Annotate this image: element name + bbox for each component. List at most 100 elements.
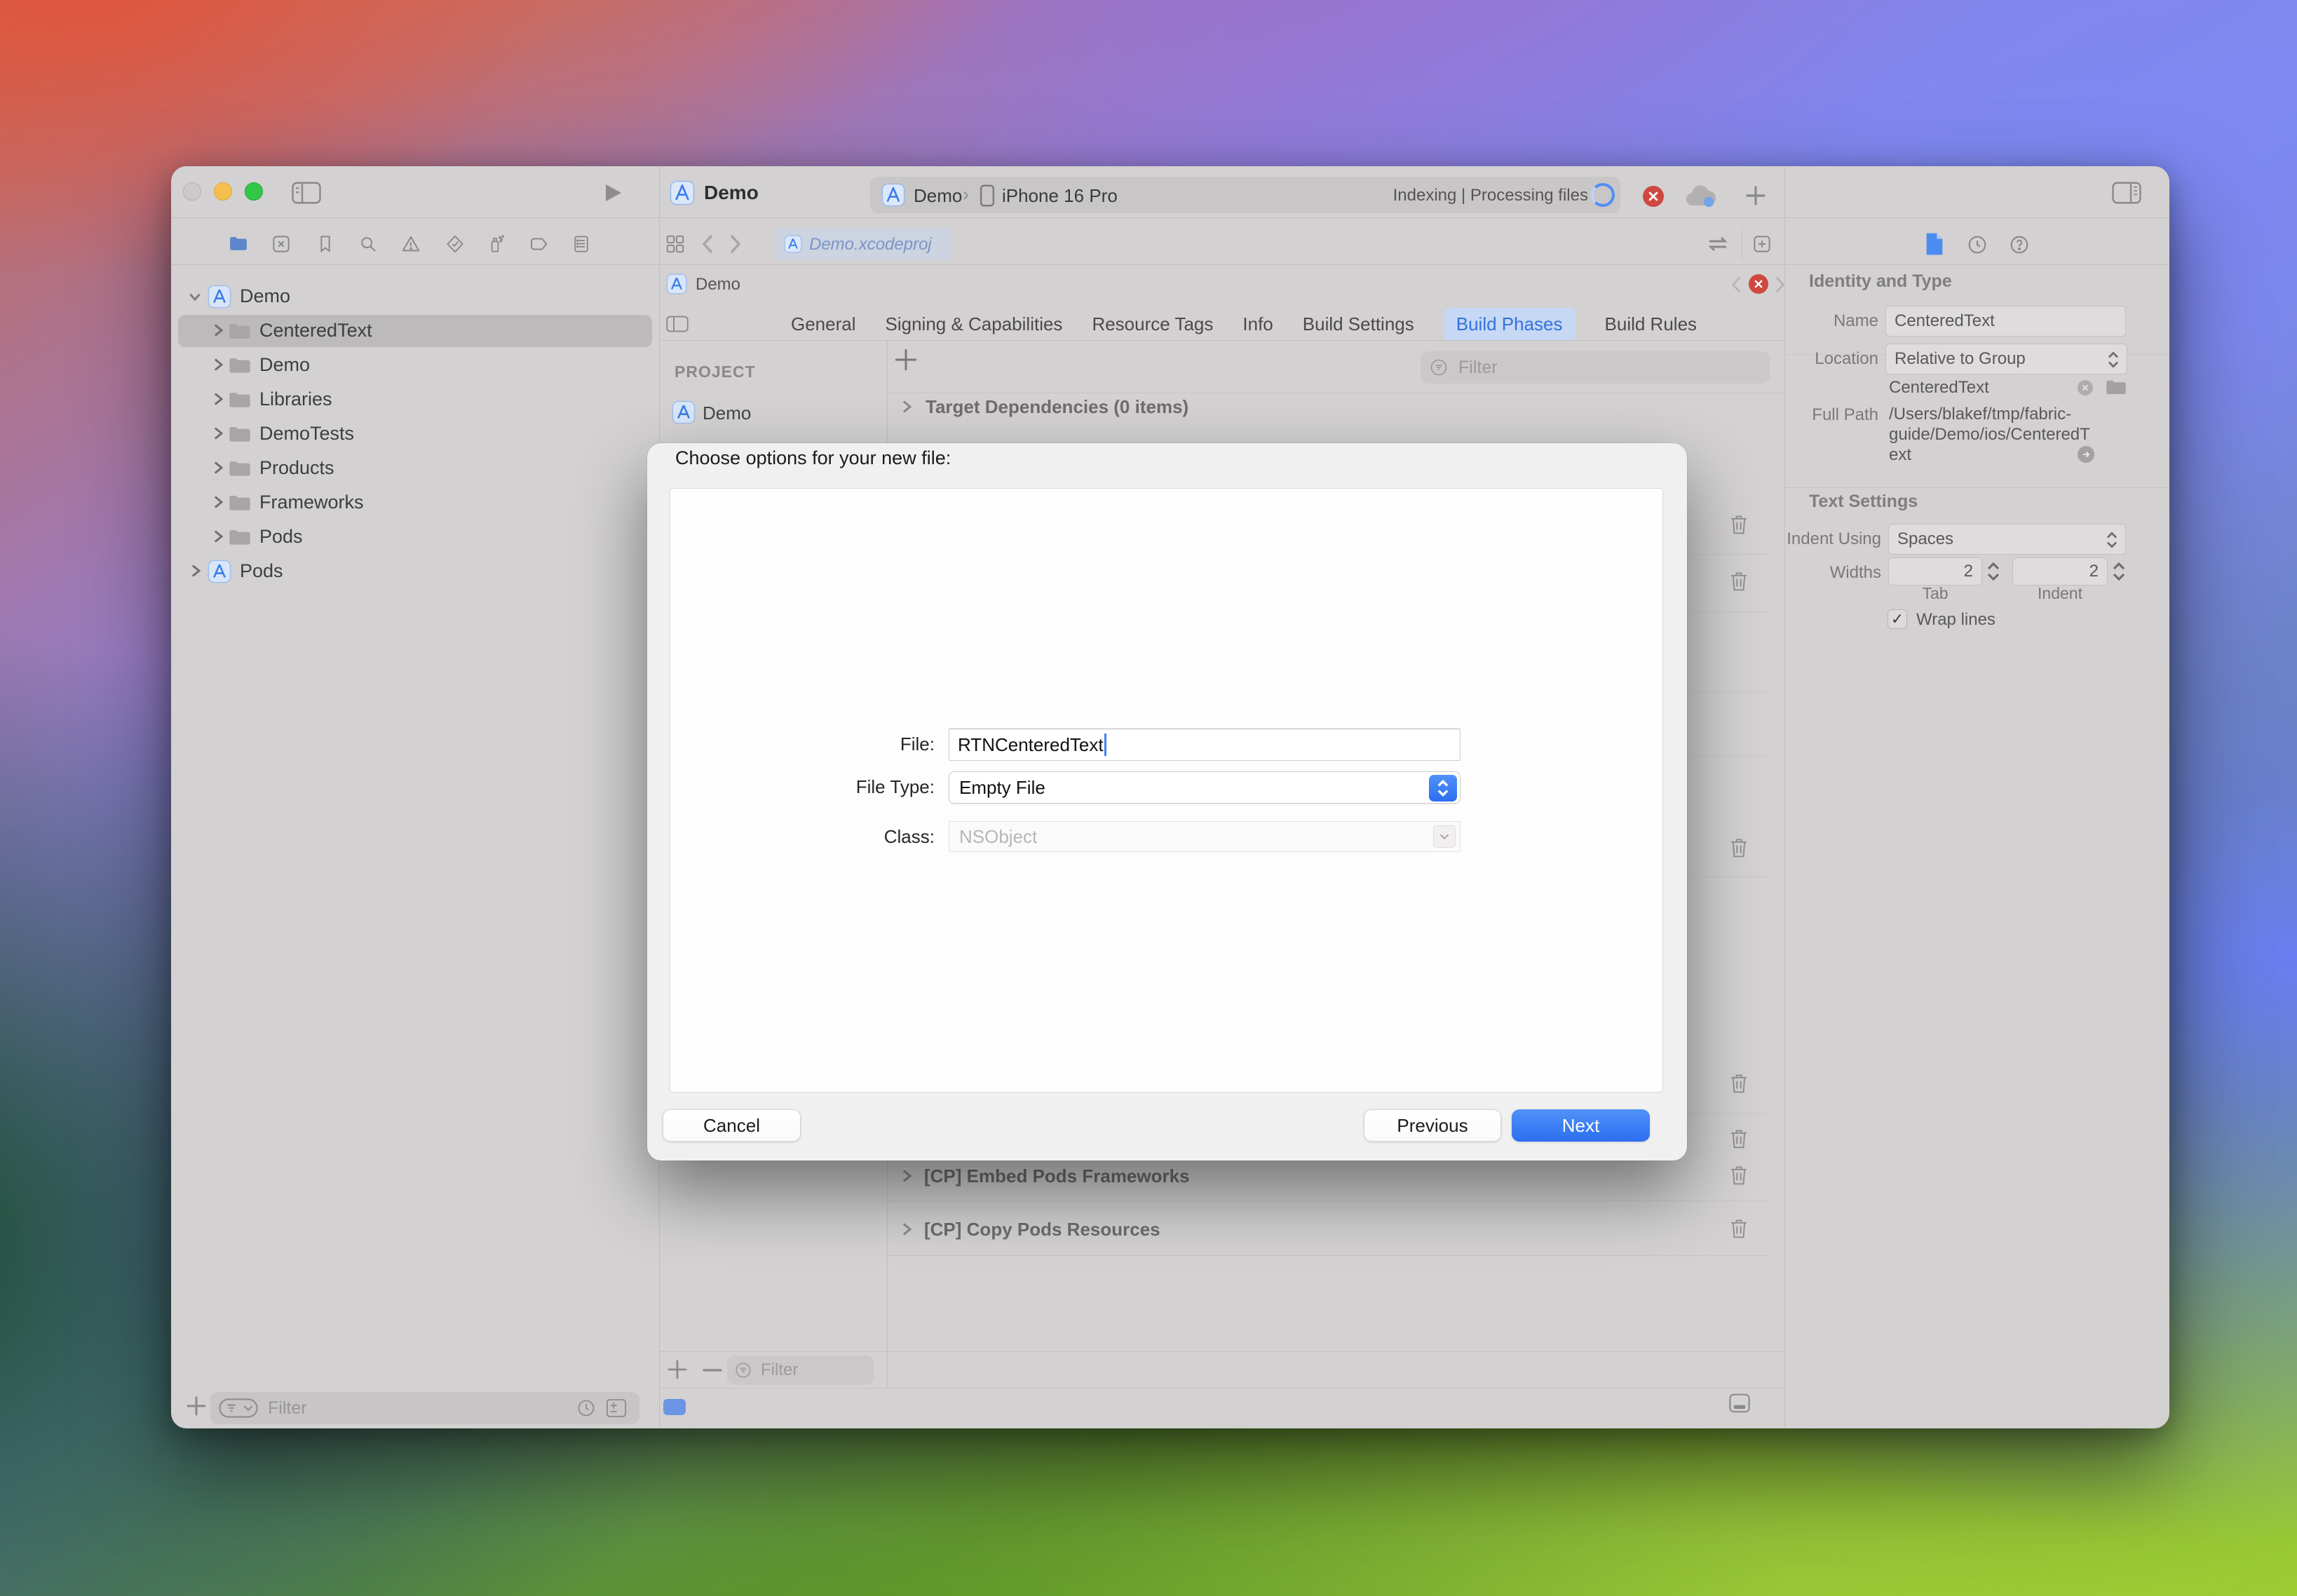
disclosure-right-icon[interactable] (212, 495, 224, 509)
modified-filter-icon[interactable] (606, 1398, 627, 1418)
disclosure-right-icon[interactable] (900, 1169, 913, 1183)
add-phase-button[interactable] (895, 349, 917, 371)
editor-grid-button[interactable] (665, 234, 686, 255)
navigator-tab-find-icon[interactable] (358, 234, 379, 255)
run-button[interactable] (604, 183, 623, 203)
location-select[interactable]: Relative to Group (1885, 344, 2127, 374)
disclosure-right-icon[interactable] (212, 323, 224, 337)
jumpbar-error-badge[interactable] (1749, 274, 1768, 294)
disclosure-right-icon[interactable] (212, 392, 224, 406)
disclosure-right-icon[interactable] (900, 400, 913, 414)
issue-next-button[interactable] (1775, 276, 1785, 293)
phase-row-target-dependencies[interactable]: Target Dependencies (0 items) (900, 391, 1188, 423)
error-badge[interactable] (1643, 186, 1664, 207)
tab-build-settings[interactable]: Build Settings (1303, 313, 1414, 335)
sidebar-item-pods-project[interactable]: Pods (171, 555, 659, 588)
targets-filter-input[interactable]: Filter (727, 1355, 874, 1385)
delete-phase-button[interactable] (1729, 1073, 1749, 1094)
tab-resource-tags[interactable]: Resource Tags (1092, 313, 1213, 335)
delete-phase-button[interactable] (1729, 1128, 1749, 1149)
tab-build-phases[interactable]: Build Phases (1444, 308, 1576, 341)
reveal-arrow-icon[interactable] (2078, 446, 2094, 463)
disclosure-right-icon[interactable] (212, 529, 224, 543)
disclosure-right-icon[interactable] (212, 461, 224, 475)
wrap-lines-checkbox[interactable]: ✓ (1888, 609, 1907, 629)
sidebar-add-button[interactable] (187, 1396, 206, 1416)
editor-bottombar-toggle[interactable] (1729, 1393, 1750, 1413)
phase-row-copy-pods[interactable]: [CP] Copy Pods Resources (900, 1213, 1160, 1245)
choose-folder-icon[interactable] (2106, 379, 2127, 395)
forward-button[interactable] (730, 234, 741, 254)
indent-width-field[interactable]: 2 (2012, 557, 2108, 586)
indent-width-stepper[interactable] (2112, 559, 2126, 584)
related-items-icon[interactable] (1707, 235, 1729, 253)
delete-phase-button[interactable] (1729, 571, 1749, 592)
previous-button[interactable]: Previous (1364, 1109, 1501, 1142)
navigator-tab-bookmarks-icon[interactable] (315, 234, 336, 255)
file-type-select[interactable]: Empty File (949, 771, 1461, 804)
add-target-button[interactable] (668, 1360, 687, 1379)
add-editor-button[interactable] (1751, 234, 1773, 255)
navigator-tab-issues-icon[interactable] (400, 234, 421, 255)
close-button[interactable] (183, 182, 201, 201)
destination-name[interactable]: iPhone 16 Pro (1002, 185, 1118, 207)
name-field[interactable]: CenteredText (1885, 306, 2126, 337)
cancel-button[interactable]: Cancel (663, 1109, 801, 1142)
disclosure-right-icon[interactable] (212, 358, 224, 372)
recents-filter-icon[interactable] (576, 1398, 596, 1418)
sidebar-item-pods-folder[interactable]: Pods (171, 520, 659, 554)
help-inspector-tab-icon[interactable] (2008, 234, 2031, 256)
tab-general[interactable]: General (791, 313, 856, 335)
minimize-button[interactable] (214, 182, 232, 201)
sidebar-item-demo-project[interactable]: Demo (171, 280, 659, 313)
sidebar-item-frameworks[interactable]: Frameworks (171, 486, 659, 520)
toolbar-add-button[interactable] (1746, 186, 1766, 205)
disclosure-right-icon[interactable] (900, 1222, 913, 1236)
phase-row-embed-pods[interactable]: [CP] Embed Pods Frameworks (900, 1160, 1190, 1192)
sidebar-item-demotests[interactable]: DemoTests (171, 417, 659, 451)
scheme-selector[interactable]: Demo › iPhone 16 Pro Indexing | Processi… (870, 177, 1620, 213)
disclosure-right-icon[interactable] (212, 426, 224, 440)
navigator-toggle-button[interactable] (292, 182, 321, 204)
sidebar-item-demo-folder[interactable]: Demo (171, 349, 659, 382)
history-inspector-tab-icon[interactable] (1966, 234, 1988, 256)
delete-phase-button[interactable] (1729, 1218, 1749, 1239)
inspector-toggle-button[interactable] (2112, 182, 2141, 204)
tab-width-field[interactable]: 2 (1888, 557, 1982, 586)
sidebar-item-products[interactable]: Products (171, 452, 659, 485)
delete-phase-button[interactable] (1729, 1165, 1749, 1186)
cloud-status-icon[interactable] (1684, 184, 1716, 208)
zoom-button[interactable] (245, 182, 263, 201)
phases-filter-input[interactable]: Filter (1421, 351, 1770, 384)
delete-phase-button[interactable] (1729, 837, 1749, 858)
disclosure-right-icon[interactable] (189, 564, 202, 578)
delete-phase-button[interactable] (1729, 514, 1749, 535)
navigator-tab-tests-icon[interactable] (445, 234, 466, 255)
navigator-tab-source-control-icon[interactable] (271, 234, 292, 255)
navigator-tab-reports-icon[interactable] (571, 234, 592, 255)
tab-info[interactable]: Info (1242, 313, 1273, 335)
tab-signing-capabilities[interactable]: Signing & Capabilities (886, 313, 1063, 335)
project-list-item-demo[interactable]: Demo (662, 395, 886, 430)
tab-build-rules[interactable]: Build Rules (1605, 313, 1698, 335)
indent-using-select[interactable]: Spaces (1888, 524, 2126, 555)
tab-width-stepper[interactable] (1986, 559, 2000, 584)
disclosure-down-icon[interactable] (188, 290, 202, 304)
editor-sidebar-toggle[interactable] (666, 315, 689, 333)
next-button[interactable]: Next (1512, 1109, 1650, 1142)
filter-scope-icon[interactable] (219, 1398, 258, 1418)
clear-group-icon[interactable] (2078, 380, 2093, 395)
remove-target-button[interactable] (703, 1368, 722, 1372)
back-button[interactable] (702, 234, 713, 254)
navigator-tab-project-icon[interactable] (228, 234, 249, 255)
navigator-tab-breakpoints-icon[interactable] (528, 234, 549, 255)
file-inspector-tab-icon[interactable] (1924, 232, 1945, 256)
jumpbar-title[interactable]: Demo (696, 275, 740, 295)
issue-prev-button[interactable] (1731, 276, 1741, 293)
sidebar-item-centeredtext[interactable]: CenteredText (171, 314, 659, 348)
file-name-input[interactable]: RTNCenteredText (949, 729, 1461, 761)
editor-tab[interactable]: Demo.xcodeproj (775, 228, 950, 260)
navigator-tab-debug-icon[interactable] (485, 234, 506, 255)
sidebar-item-libraries[interactable]: Libraries (171, 383, 659, 417)
sidebar-filter-input[interactable]: Filter (210, 1392, 639, 1424)
